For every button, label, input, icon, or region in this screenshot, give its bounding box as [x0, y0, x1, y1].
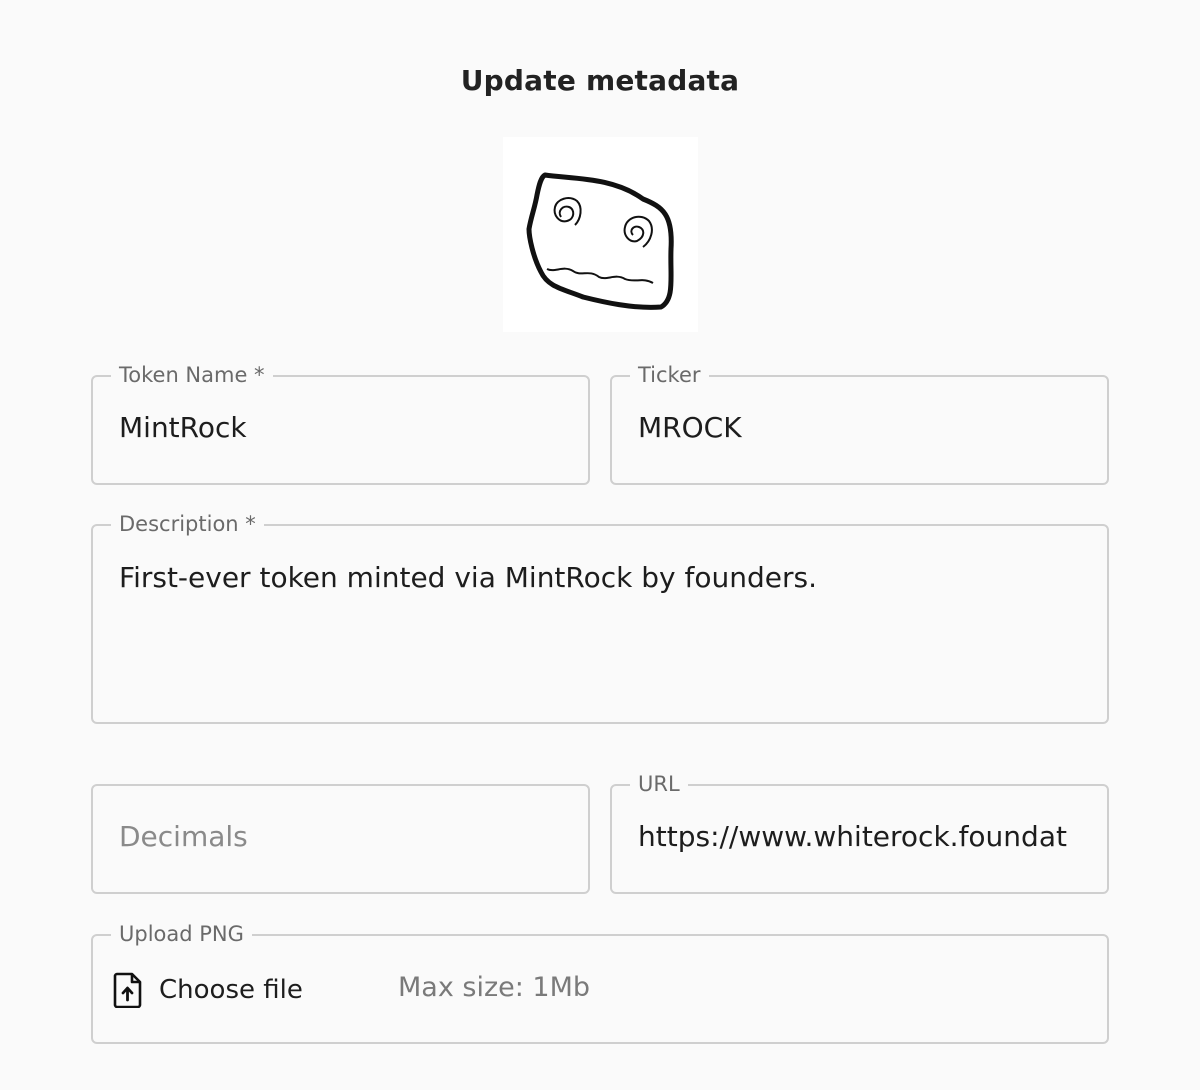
update-metadata-page: Update metadata Token Name * MintRock Ti…	[0, 0, 1200, 1090]
url-label: URL	[630, 771, 688, 797]
max-size-hint: Max size: 1Mb	[398, 972, 591, 1003]
decimals-field[interactable]: Decimals	[91, 784, 590, 894]
upload-png-label: Upload PNG	[111, 921, 252, 947]
ticker-label: Ticker	[630, 362, 709, 388]
upload-png-field: Upload PNG Choose file Max size: 1Mb	[91, 921, 1109, 1044]
ticker-field[interactable]: Ticker MROCK	[610, 362, 1109, 485]
file-upload-icon	[113, 972, 143, 1008]
description-textarea[interactable]: First-ever token minted via MintRock by …	[119, 560, 1081, 596]
token-name-field[interactable]: Token Name * MintRock	[91, 362, 590, 485]
token-name-input[interactable]: MintRock	[119, 410, 562, 446]
decimals-input[interactable]: Decimals	[119, 819, 248, 855]
url-input[interactable]: https://www.whiterock.foundat	[638, 819, 1087, 855]
choose-file-label: Choose file	[159, 975, 303, 1005]
description-label: Description *	[111, 511, 264, 537]
description-field[interactable]: Description * First-ever token minted vi…	[91, 511, 1109, 724]
token-image	[503, 137, 698, 332]
token-name-label: Token Name *	[111, 362, 273, 388]
url-field[interactable]: URL https://www.whiterock.foundat	[610, 771, 1109, 894]
choose-file-button[interactable]: Choose file	[113, 970, 303, 1010]
ticker-input[interactable]: MROCK	[638, 410, 1081, 446]
page-title: Update metadata	[460, 64, 740, 97]
rock-doodle-icon	[526, 172, 674, 310]
